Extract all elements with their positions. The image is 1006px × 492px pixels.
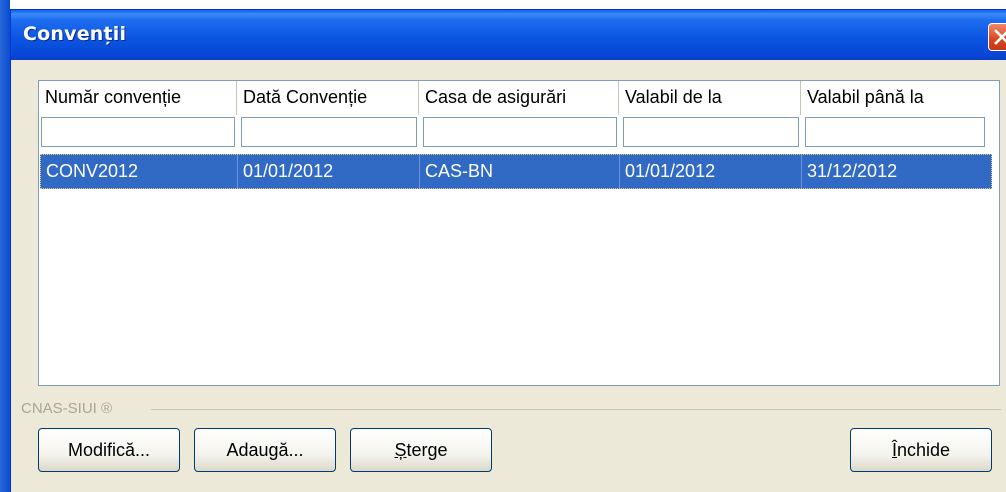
filter-valabil-pana-la-input[interactable]: [805, 117, 985, 147]
filter-numar-conventie-input[interactable]: [41, 117, 235, 147]
conventii-dialog: Convenții Număr convenție Dată Convenție…: [10, 9, 1006, 492]
column-header-valabil-pana-la[interactable]: Valabil până la: [801, 81, 999, 115]
column-header-casa-de-asigurari[interactable]: Casa de asigurări: [419, 81, 619, 115]
footer-divider: [151, 409, 1001, 410]
cell-casa-de-asigurari: CAS-BN: [420, 155, 620, 188]
filter-casa-de-asigurari-input[interactable]: [423, 117, 617, 147]
cell-valabil-pana-la: 31/12/2012: [807, 161, 898, 181]
modify-button[interactable]: Modifică...: [38, 428, 180, 472]
conventions-list[interactable]: Număr convenție Dată Convenție Casa de a…: [38, 80, 1000, 386]
window-title: Convenții: [23, 23, 127, 45]
screen-background-left: [0, 0, 10, 492]
delete-button[interactable]: Șterge: [350, 428, 492, 472]
screen-background-top: [0, 0, 1006, 8]
footer-group-label: CNAS-SIUI ®: [21, 400, 121, 417]
column-header-numar-conventie[interactable]: Număr convenție: [39, 81, 237, 115]
filter-valabil-de-la-input[interactable]: [623, 117, 799, 147]
close-button-label: nchide: [896, 440, 951, 460]
close-button[interactable]: Închide: [850, 428, 992, 472]
footer-group: CNAS-SIUI ®: [21, 400, 1001, 417]
filter-row: [39, 117, 999, 149]
column-header-valabil-de-la[interactable]: Valabil de la: [619, 81, 801, 115]
column-header-data-conventie[interactable]: Dată Convenție: [237, 81, 419, 115]
cell-valabil-de-la: 01/01/2012: [620, 155, 802, 188]
close-window-button[interactable]: [988, 23, 1006, 51]
delete-button-label: terge: [406, 440, 448, 460]
title-bar[interactable]: Convenții: [11, 10, 1006, 60]
table-row[interactable]: CONV2012 01/01/2012 CAS-BN 01/01/2012 31…: [40, 154, 992, 189]
add-button[interactable]: Adaugă...: [194, 428, 336, 472]
cell-data-conventie: 01/01/2012: [238, 155, 420, 188]
filter-data-conventie-input[interactable]: [241, 117, 417, 147]
cell-numar-conventie: CONV2012: [41, 155, 238, 188]
column-header-row: Număr convenție Dată Convenție Casa de a…: [39, 81, 999, 115]
close-x-icon: [994, 29, 1006, 45]
delete-button-mnemonic: Ș: [394, 440, 407, 460]
